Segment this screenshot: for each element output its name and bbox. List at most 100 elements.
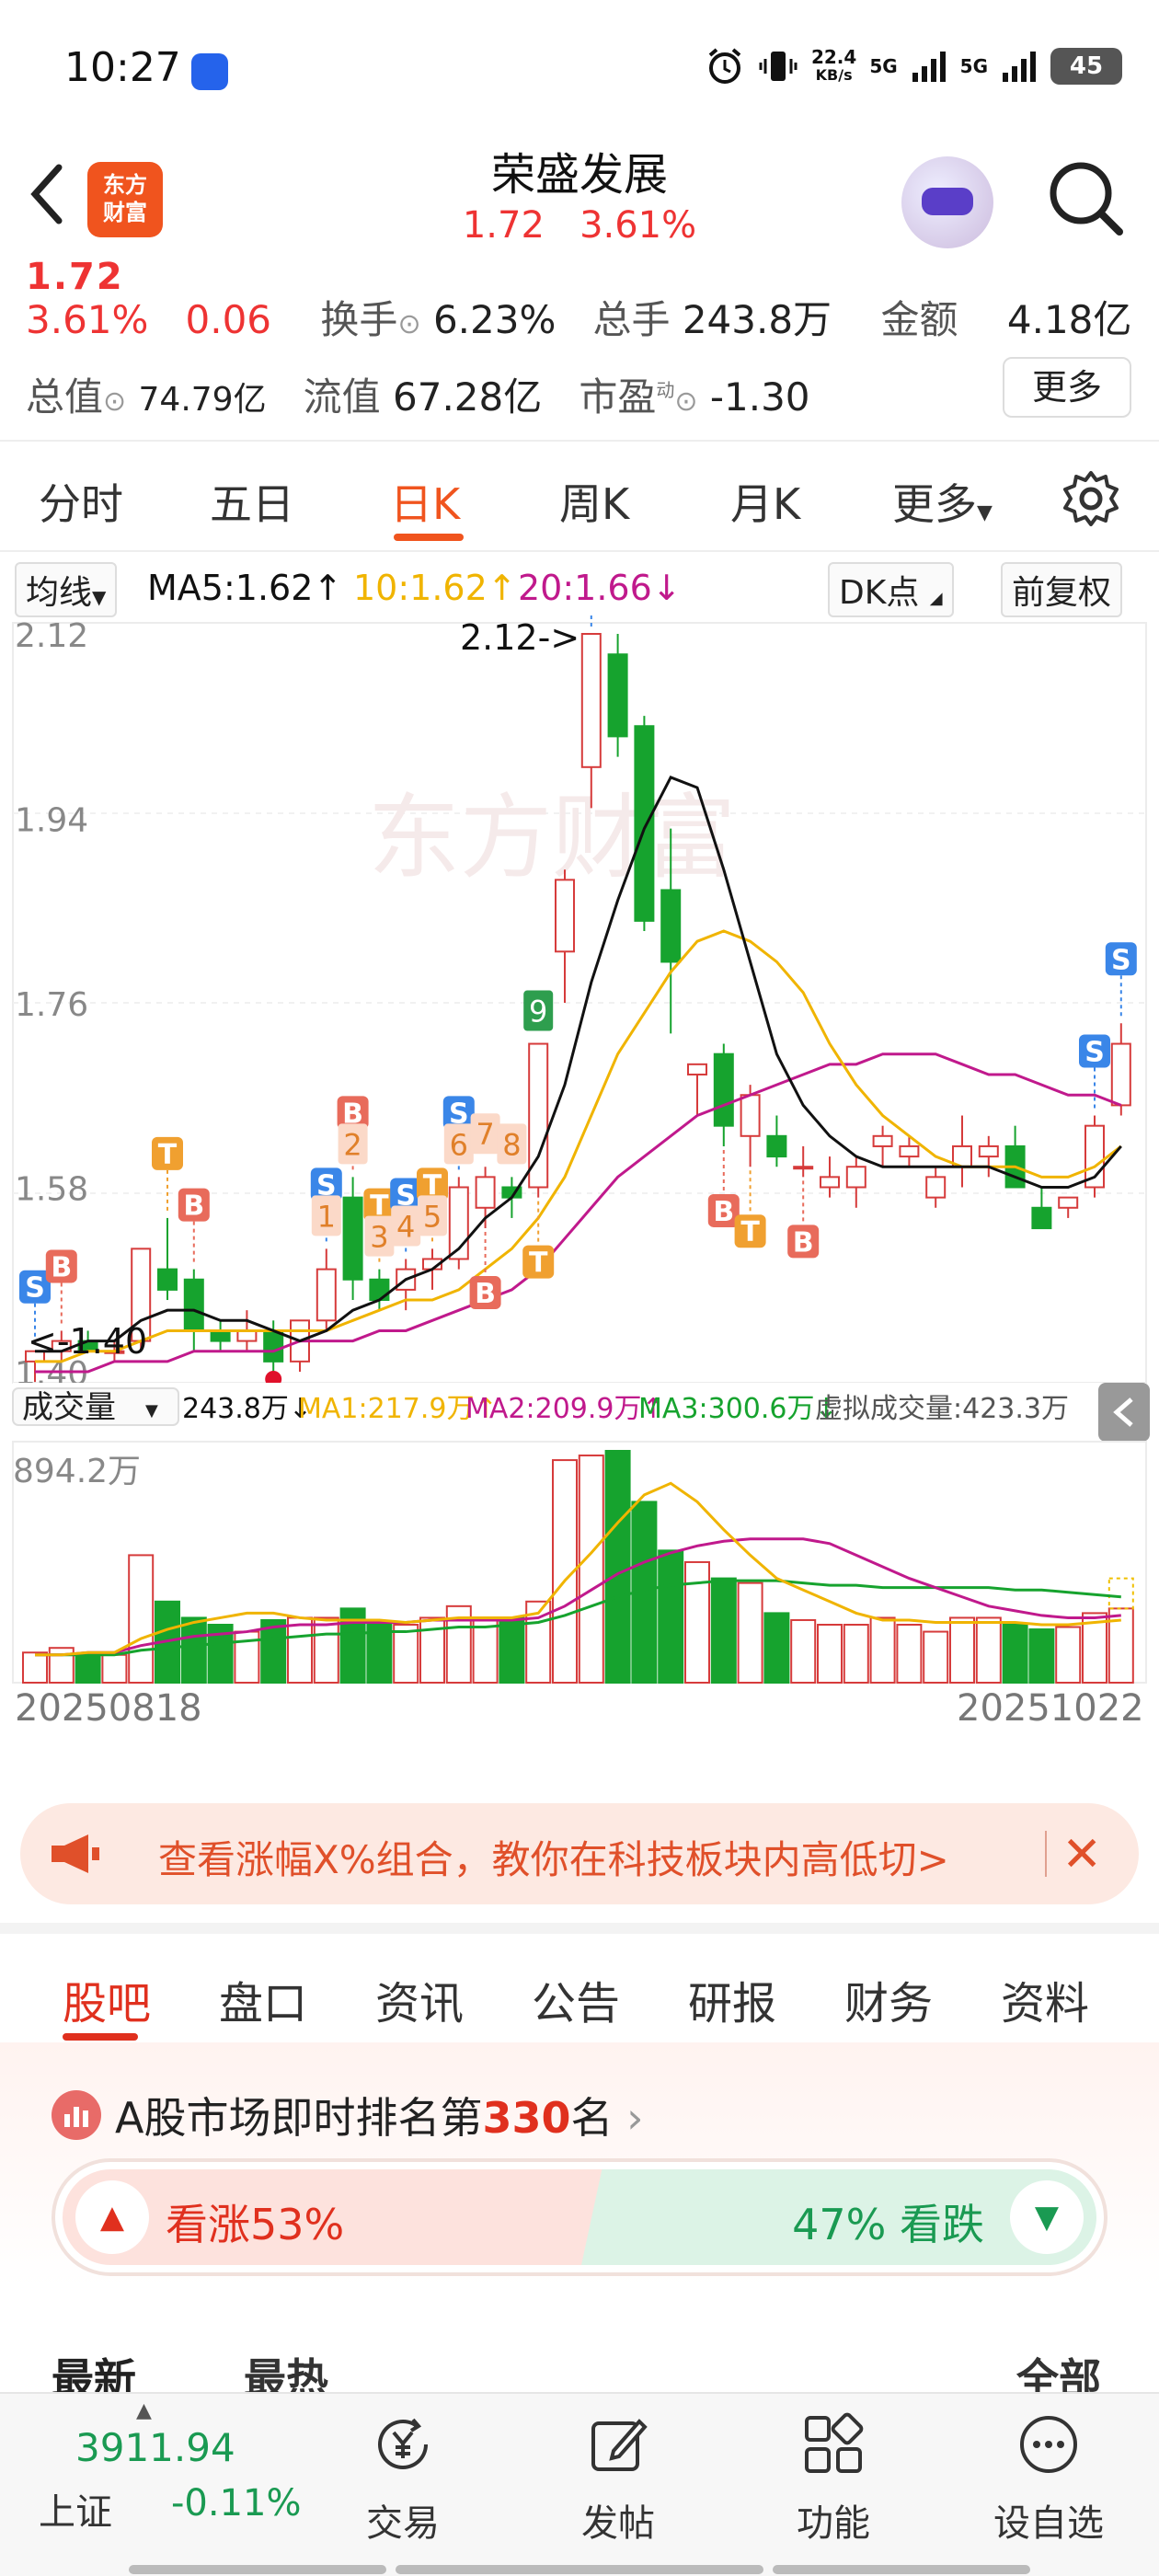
app-logo[interactable]: 东方 财富 — [87, 162, 163, 237]
up-candle — [925, 1176, 947, 1199]
up-candle — [820, 1176, 840, 1189]
watermark: 东方财富 — [368, 787, 736, 890]
up-candle — [475, 1176, 496, 1209]
down-candle — [1031, 1206, 1052, 1230]
signal-icon-2 — [1003, 52, 1036, 82]
tab-daily-k[interactable]: 日K — [390, 471, 460, 532]
quote-panel: 1.72 3.61% 0.06 换手⊙ 6.23% 总手 243.8万 金额 4… — [0, 256, 1159, 442]
tab-research[interactable]: 研报 — [688, 1967, 776, 2031]
tab-pankou[interactable]: 盘口 — [219, 1967, 307, 2031]
more-quote-button[interactable]: 更多 — [1003, 357, 1131, 418]
quote-row-1: 3.61% 0.06 换手⊙ 6.23% 总手 243.8万 金额 4.18亿 — [26, 297, 1132, 342]
down-volume-bar — [499, 1616, 525, 1684]
price-tick-label: 1.58 — [15, 1171, 88, 1209]
tab-more[interactable]: 更多▼ — [892, 471, 993, 532]
down-candle — [660, 889, 682, 963]
back-button[interactable] — [28, 162, 64, 241]
tab-finance[interactable]: 财务 — [844, 1967, 933, 2031]
ma20-value: 20:1.66↓ — [518, 568, 682, 608]
up-volume-bar — [22, 1651, 48, 1684]
tab-profile[interactable]: 资料 — [1001, 1967, 1089, 2031]
net-speed: 22.4 KB/s — [810, 46, 857, 84]
ranking-icon — [52, 2090, 101, 2140]
sentiment-panel: A股市场即时排名第330名 › ▲ 看涨53% 47% 看跌 ▼ 最新 最热 全… — [0, 2042, 1159, 2404]
virtual-volume-value: 虚拟成交量:423.3万 — [815, 1393, 1069, 1425]
tab-weekly-k[interactable]: 周K — [559, 471, 629, 532]
up-candle — [740, 1094, 761, 1137]
market-rank[interactable]: A股市场即时排名第330名 › — [115, 2085, 644, 2145]
alarm-icon — [708, 48, 741, 84]
tab-intraday[interactable]: 分时 — [39, 471, 123, 532]
tab-news[interactable]: 资讯 — [375, 1967, 464, 2031]
start-date-label: 20250818 — [15, 1687, 202, 1725]
bottom-navigation: ▲ 3911.94 上证 -0.11% 交易 发帖 功能 设自选 — [0, 2392, 1159, 2576]
tab-guba[interactable]: 股吧 — [63, 1967, 151, 2031]
signal-letter: B — [713, 1196, 734, 1228]
more-dots-icon — [1020, 2416, 1077, 2473]
dk-point-toggle[interactable]: DK点 ◢ — [828, 562, 954, 617]
caret-down-icon: ▼ — [977, 501, 993, 524]
robot-assistant-icon[interactable] — [901, 156, 993, 248]
stock-header: 荣盛发展 1.72 3.61% 东方 财富 — [0, 138, 1159, 267]
signal-letter: T — [529, 1248, 548, 1280]
vibrate-icon — [759, 52, 798, 81]
up-volume-bar — [684, 1560, 710, 1684]
volume-indicator-label: 成交量 — [22, 1389, 116, 1426]
up-candle — [580, 633, 602, 768]
up-candle — [1110, 1042, 1131, 1107]
nav-functions[interactable]: 功能 — [769, 2412, 898, 2547]
nav-trade[interactable]: 交易 — [339, 2412, 467, 2547]
up-volume-bar — [472, 1618, 499, 1684]
td-count-number: 3 — [370, 1220, 388, 1255]
up-volume-bar — [287, 1616, 313, 1684]
td-count-number: 4 — [396, 1209, 415, 1244]
td-count-number: 7 — [476, 1117, 494, 1152]
ma-legend-bar: 均线▼ MA5:1.62↑ 10:1.62↑ 20:1.66↓ DK点 ◢ 前复… — [0, 557, 1159, 617]
index-change: -0.11% — [171, 2482, 302, 2524]
chart-settings-button[interactable] — [1061, 469, 1120, 528]
tab-announcements[interactable]: 公告 — [532, 1967, 620, 2031]
vote-down-button[interactable]: ▼ — [1010, 2180, 1084, 2254]
nav-add-watchlist[interactable]: 设自选 — [984, 2412, 1113, 2547]
kline-chart[interactable]: 东方财富 2.121.941.761.581.40 SBTBSBTSTSBTSB… — [0, 612, 1159, 1725]
megaphone-icon — [52, 1834, 99, 1873]
up-candle — [687, 1063, 707, 1075]
up-candle — [236, 1329, 258, 1342]
ma5-value: MA5:1.62↑ — [147, 568, 343, 608]
down-candle — [157, 1268, 178, 1291]
signal-letter: S — [1084, 1037, 1105, 1069]
gear-icon — [1063, 471, 1119, 526]
promo-banner[interactable]: 查看涨幅X%组合，教你在科技板块内高低切> ✕ — [20, 1803, 1139, 1904]
tab-monthly-k[interactable]: 月K — [730, 471, 800, 532]
down-volume-bar — [604, 1450, 631, 1684]
index-name: 上证 — [39, 2491, 112, 2534]
up-candle — [316, 1268, 337, 1322]
up-volume-bar — [393, 1624, 419, 1684]
chevron-left-icon — [30, 164, 63, 224]
signal-letter: S — [25, 1272, 45, 1305]
indicator-select[interactable]: 均线▼ — [15, 562, 118, 617]
index-value[interactable]: 3911.94 — [75, 2425, 235, 2470]
close-banner-button[interactable]: ✕ — [1061, 1827, 1102, 1882]
chevron-right-icon: › — [626, 2093, 644, 2143]
ma10-value: 10:1.62↑ — [353, 568, 517, 608]
down-volume-bar — [710, 1577, 737, 1684]
up-candle — [978, 1144, 999, 1158]
up-candle — [872, 1134, 893, 1147]
up-candle — [899, 1144, 920, 1158]
status-time: 10:27 — [64, 44, 181, 91]
td-count-number: 5 — [423, 1199, 442, 1234]
adjust-select[interactable]: 前复权 — [1001, 562, 1123, 617]
nav-post[interactable]: 发帖 — [554, 2412, 683, 2547]
up-volume-bar — [790, 1618, 817, 1684]
tab-five-day[interactable]: 五日 — [210, 471, 294, 532]
search-button[interactable] — [1044, 156, 1127, 239]
up-candle — [555, 879, 575, 953]
up-volume-bar — [896, 1624, 923, 1684]
collapse-panel-button[interactable] — [1098, 1383, 1150, 1442]
up-volume-bar — [1055, 1626, 1082, 1685]
up-volume-bar — [869, 1616, 896, 1684]
vote-up-button[interactable]: ▲ — [75, 2180, 149, 2254]
up-volume-bar — [975, 1616, 1002, 1684]
td-count-number: 2 — [343, 1127, 361, 1162]
